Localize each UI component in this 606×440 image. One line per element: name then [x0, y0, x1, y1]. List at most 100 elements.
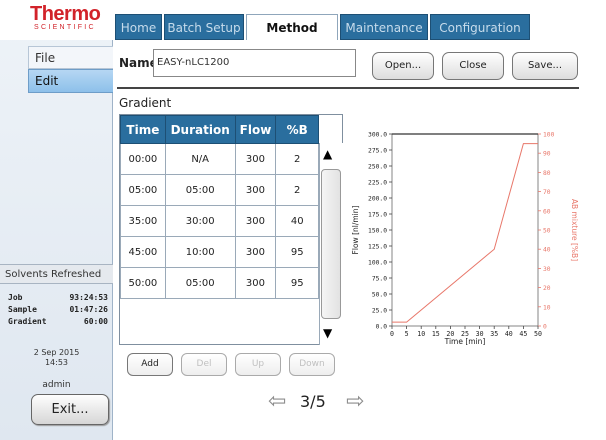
y-tick-label: 175.0 [368, 212, 387, 219]
add-button[interactable]: Add [127, 353, 173, 376]
job-label: Job [8, 293, 23, 302]
y2-tick-label: 80 [543, 170, 551, 177]
status-timers: Job 93:24:53 Sample 01:47:26 Gradient 60:00 [8, 292, 108, 328]
left-panel: Thermo SCIENTIFIC File Edit Solvents Ref… [0, 0, 113, 440]
cell-duration[interactable]: 10:00 [164, 236, 236, 268]
cell-percent-b[interactable]: 95 [275, 267, 319, 299]
y2-tick-label: 70 [543, 189, 551, 196]
y2-tick-label: 60 [543, 208, 551, 215]
y2-tick-label: 40 [543, 247, 551, 254]
scroll-thumb[interactable] [321, 169, 341, 319]
x-tick-label: 45 [519, 330, 527, 338]
cell-time[interactable]: 50:00 [120, 267, 166, 299]
side-menu-edit[interactable]: Edit [28, 69, 113, 93]
sample-label: Sample [8, 305, 37, 314]
y-tick-label: 225.0 [368, 180, 387, 187]
cell-time[interactable]: 05:00 [120, 174, 166, 206]
brand-name: Thermo [30, 3, 101, 25]
exit-button[interactable]: Exit... [31, 394, 109, 425]
tab-configuration[interactable]: Configuration [430, 14, 530, 40]
table-row[interactable]: 05:00 05:00 300 2 [120, 174, 319, 206]
y-tick-label: 50.0 [372, 292, 387, 299]
scroll-up-icon[interactable]: ▲ [323, 147, 332, 161]
next-page-icon[interactable]: ⇨ [346, 389, 364, 414]
y2-tick-label: 50 [543, 228, 551, 235]
y2-tick-label: 0 [543, 324, 547, 331]
brand-logo: Thermo SCIENTIFIC [0, 0, 113, 40]
y-tick-label: 275.0 [368, 148, 387, 155]
prev-page-icon[interactable]: ⇦ [268, 389, 286, 414]
table-scrollbar[interactable]: ▲ ▼ [319, 143, 343, 345]
x-tick-label: 40 [505, 330, 513, 338]
cell-flow[interactable]: 300 [234, 205, 277, 237]
page-indicator: 3/5 [300, 392, 326, 411]
open-button[interactable]: Open... [372, 52, 434, 80]
down-button[interactable]: Down [289, 353, 335, 376]
cell-flow[interactable]: 300 [234, 236, 277, 268]
gradient-table: Time Duration Flow %B 00:00 N/A 300 2 05… [120, 115, 319, 299]
col-flow: Flow [234, 115, 277, 144]
close-button[interactable]: Close [442, 52, 504, 80]
cell-time[interactable]: 00:00 [120, 143, 166, 175]
cell-duration[interactable]: 30:00 [164, 205, 236, 237]
date-text: 2 Sep 2015 [33, 348, 80, 357]
table-row[interactable]: 35:00 30:00 300 40 [120, 205, 319, 237]
table-row[interactable]: 50:00 05:00 300 95 [120, 267, 319, 299]
x-tick-label: 10 [417, 330, 425, 338]
y-axis-title: Flow [nl/min] [351, 206, 360, 255]
cell-percent-b[interactable]: 95 [275, 236, 319, 268]
tab-maintenance[interactable]: Maintenance [340, 14, 428, 40]
x-tick-label: 50 [534, 330, 542, 338]
cell-flow[interactable]: 300 [234, 174, 277, 206]
cell-duration[interactable]: 05:00 [164, 174, 236, 206]
x-tick-label: 0 [390, 330, 394, 338]
save-button[interactable]: Save... [512, 52, 578, 80]
y-tick-label: 0.0 [376, 324, 388, 331]
y-tick-label: 250.0 [368, 164, 387, 171]
scroll-down-icon[interactable]: ▼ [323, 326, 332, 340]
cell-flow[interactable]: 300 [234, 143, 277, 175]
sample-value: 01:47:26 [69, 305, 108, 314]
y-tick-label: 300.0 [368, 132, 387, 139]
y2-axis-title: AB mixture [%B] [570, 199, 579, 261]
tab-home[interactable]: Home [115, 14, 162, 40]
side-menu-file[interactable]: File [28, 46, 113, 69]
table-row[interactable]: 00:00 N/A 300 2 [120, 143, 319, 175]
tab-method-setup[interactable]: Method Setup [246, 14, 338, 61]
cell-duration[interactable]: N/A [164, 143, 236, 175]
cell-flow[interactable]: 300 [234, 267, 277, 299]
y-tick-label: 25.0 [372, 308, 387, 315]
divider [117, 87, 579, 89]
method-name-field[interactable]: EASY-nLC1200 [153, 49, 356, 77]
up-button[interactable]: Up [235, 353, 281, 376]
y-tick-label: 125.0 [368, 244, 387, 251]
gradient-title: Gradient [119, 96, 172, 110]
x-tick-label: 15 [432, 330, 440, 338]
y-tick-label: 75.0 [372, 276, 387, 283]
x-tick-label: 35 [490, 330, 498, 338]
y2-tick-label: 100 [543, 132, 555, 139]
name-label: Name [119, 56, 158, 70]
y-tick-label: 150.0 [368, 228, 387, 235]
datetime: 2 Sep 2015 14:53 [0, 348, 113, 368]
col-percent-b: %B [275, 115, 319, 144]
x-axis-title: Time [min] [444, 337, 486, 345]
gradient-value: 60:00 [83, 317, 108, 326]
y2-tick-label: 90 [543, 151, 551, 158]
col-duration: Duration [164, 115, 236, 144]
y-tick-label: 100.0 [368, 260, 387, 267]
brand-sub: SCIENTIFIC [34, 24, 96, 31]
cell-percent-b[interactable]: 40 [275, 205, 319, 237]
x-tick-label: 5 [405, 330, 409, 338]
cell-duration[interactable]: 05:00 [164, 267, 236, 299]
cell-percent-b[interactable]: 2 [275, 174, 319, 206]
cell-time[interactable]: 35:00 [120, 205, 166, 237]
table-row[interactable]: 45:00 10:00 300 95 [120, 236, 319, 268]
tab-batch-setup[interactable]: Batch Setup [164, 14, 244, 40]
cell-time[interactable]: 45:00 [120, 236, 166, 268]
y2-tick-label: 10 [543, 304, 551, 311]
cell-percent-b[interactable]: 2 [275, 143, 319, 175]
delete-button[interactable]: Del [181, 353, 227, 376]
y2-tick-label: 20 [543, 285, 551, 292]
user-name: admin [42, 380, 71, 390]
